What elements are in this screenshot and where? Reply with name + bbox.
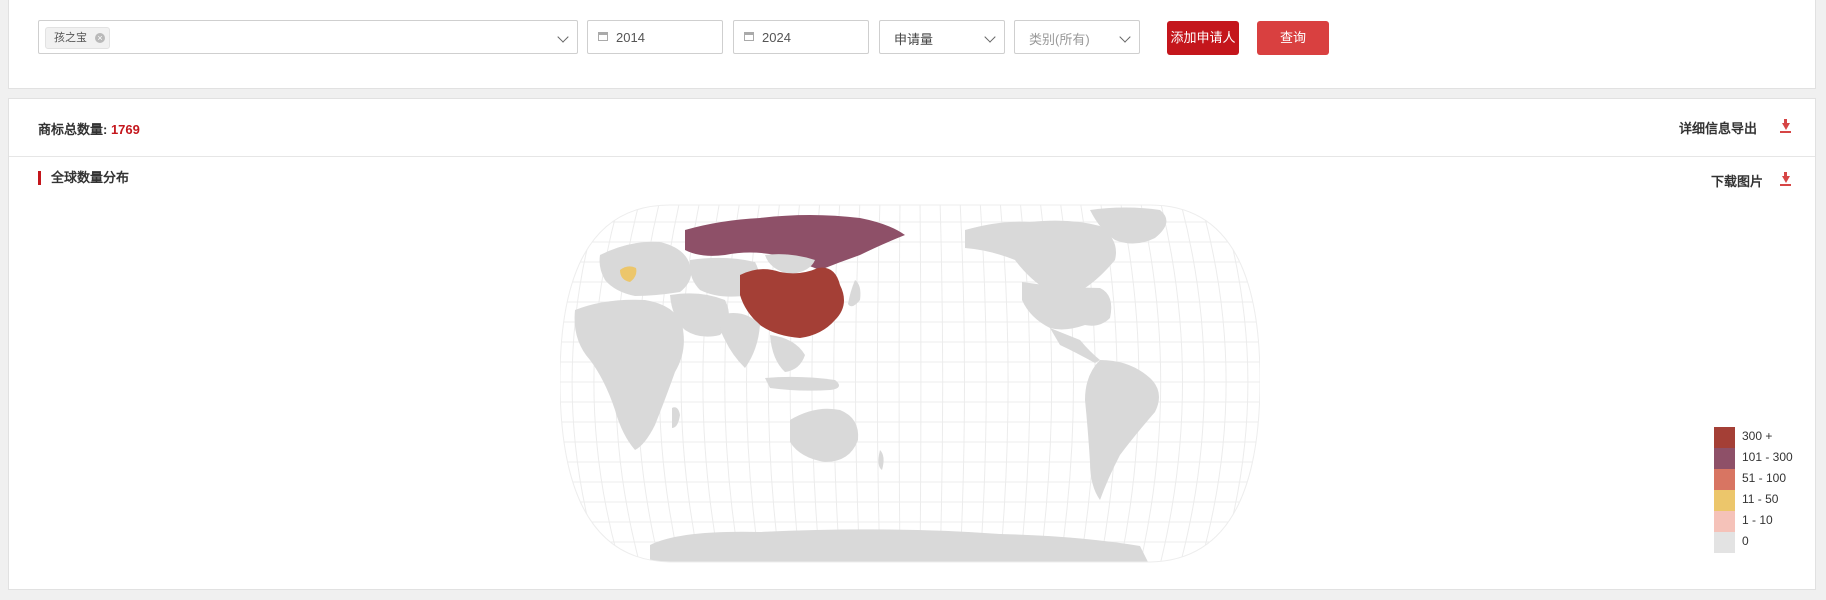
- chevron-down-icon: [1119, 31, 1131, 43]
- metric-value: 申请量: [894, 32, 934, 47]
- remove-tag-icon[interactable]: ×: [95, 33, 105, 43]
- category-select[interactable]: 类别(所有): [1014, 20, 1140, 54]
- calendar-icon: [744, 32, 754, 41]
- download-image-button[interactable]: 下载图片: [1711, 171, 1763, 190]
- metric-select[interactable]: 申请量: [879, 20, 1005, 54]
- total-count-value: 1769: [110, 122, 140, 137]
- applicant-select[interactable]: 孩之宝 ×: [38, 20, 578, 54]
- section-title: 全球数量分布: [38, 171, 129, 185]
- summary-row: 商标总数量: 1769 详细信息导出: [9, 99, 1815, 157]
- applicant-tag: 孩之宝 ×: [45, 27, 110, 49]
- start-year-input[interactable]: 2014: [587, 20, 723, 54]
- total-count-label: 商标总数量:: [38, 122, 111, 137]
- legend-label: 1 - 10: [1742, 513, 1773, 527]
- query-button[interactable]: 查询: [1257, 21, 1329, 55]
- category-placeholder: 类别(所有): [1029, 32, 1090, 47]
- end-year-value: 2024: [762, 30, 791, 45]
- export-detail-button[interactable]: 详细信息导出: [1679, 118, 1757, 137]
- legend-swatch: [1714, 511, 1735, 532]
- chevron-down-icon: [984, 31, 996, 43]
- legend-swatch: [1714, 469, 1735, 490]
- add-applicant-button[interactable]: 添加申请人: [1167, 21, 1239, 55]
- legend-swatch: [1714, 532, 1735, 553]
- legend-swatch: [1714, 490, 1735, 511]
- chevron-down-icon: [557, 31, 569, 43]
- start-year-value: 2014: [616, 30, 645, 45]
- legend-swatch: [1714, 427, 1735, 448]
- legend-swatch: [1714, 448, 1735, 469]
- download-icon[interactable]: [1780, 172, 1791, 186]
- calendar-icon: [598, 32, 608, 41]
- filter-panel: 孩之宝 × 2014 2024 申请量 类别(所有) 添加申请人 查询: [8, 0, 1816, 89]
- legend-label: 101 - 300: [1742, 450, 1793, 464]
- download-icon[interactable]: [1780, 119, 1791, 133]
- end-year-input[interactable]: 2024: [733, 20, 869, 54]
- legend-label: 300 +: [1742, 429, 1773, 443]
- legend-label: 51 - 100: [1742, 471, 1787, 485]
- applicant-tag-label: 孩之宝: [54, 32, 87, 44]
- legend-label: 11 - 50: [1742, 492, 1779, 506]
- legend-label: 0: [1742, 534, 1749, 548]
- world-map: [560, 204, 1260, 563]
- total-count: 商标总数量: 1769: [38, 119, 140, 138]
